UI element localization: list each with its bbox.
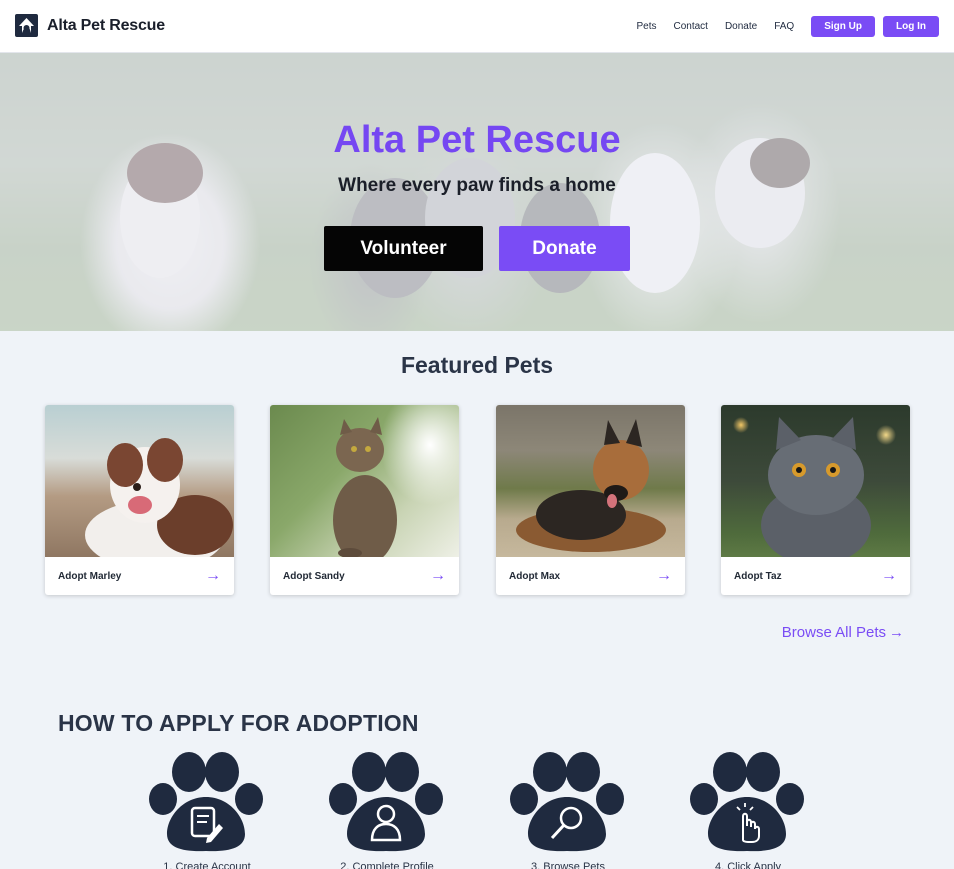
step-4-paw <box>690 752 806 852</box>
card-label: Adopt Taz <box>734 570 782 582</box>
nav-link-contact[interactable]: Contact <box>673 21 707 32</box>
nav-link-pets[interactable]: Pets <box>636 21 656 32</box>
donate-button[interactable]: Donate <box>499 226 630 271</box>
step-3-paw <box>510 752 626 852</box>
arrow-right-icon[interactable]: → <box>881 568 897 584</box>
how-to-apply-title: HOW TO APPLY FOR ADOPTION <box>58 710 419 736</box>
arrow-right-icon[interactable]: → <box>205 568 221 584</box>
card-footer: Adopt Taz → <box>721 557 910 595</box>
top-nav: Alta Pet Rescue Pets Contact Donate FAQ … <box>0 0 954 53</box>
pet-card-sandy[interactable]: Adopt Sandy → <box>270 405 459 595</box>
brand[interactable]: Alta Pet Rescue <box>15 14 165 37</box>
volunteer-button[interactable]: Volunteer <box>324 226 483 271</box>
card-label: Adopt Sandy <box>283 570 345 582</box>
nav-link-faq[interactable]: FAQ <box>774 21 794 32</box>
step-1-paw <box>149 752 265 852</box>
hero: Alta Pet Rescue Where every paw finds a … <box>0 53 954 331</box>
browse-all-pets-link[interactable]: Browse All Pets → <box>782 624 904 641</box>
arrow-right-icon[interactable]: → <box>656 568 672 584</box>
card-footer: Adopt Max → <box>496 557 685 595</box>
card-footer: Adopt Marley → <box>45 557 234 595</box>
hero-subtitle: Where every paw finds a home <box>338 175 616 196</box>
featured-title: Featured Pets <box>400 352 554 378</box>
pet-photo-sandy <box>270 405 459 557</box>
step-2-label: 2. Complete Profile <box>340 861 434 869</box>
pet-card-marley[interactable]: Adopt Marley → <box>45 405 234 595</box>
logo-icon <box>15 14 38 37</box>
hero-title: Alta Pet Rescue <box>333 119 621 161</box>
nav-links: Pets Contact Donate FAQ Sign Up Log In <box>636 16 939 37</box>
browse-label: Browse All Pets <box>781 624 886 641</box>
step-3-label: 3. Browse Pets <box>531 861 605 869</box>
login-button[interactable]: Log In <box>883 16 939 37</box>
pet-photo-marley <box>45 405 234 557</box>
pet-photo-taz <box>721 405 910 557</box>
arrow-right-icon[interactable]: → <box>430 568 446 584</box>
step-4-label: 4. Click Apply <box>714 861 782 869</box>
card-footer: Adopt Sandy → <box>270 557 459 595</box>
nav-link-donate[interactable]: Donate <box>725 21 757 32</box>
pet-card-taz[interactable]: Adopt Taz → <box>721 405 910 595</box>
card-label: Adopt Max <box>509 570 561 582</box>
arrow-right-icon: → <box>889 624 904 641</box>
signup-button[interactable]: Sign Up <box>811 16 875 37</box>
card-label: Adopt Marley <box>58 570 122 582</box>
pet-photo-max <box>496 405 685 557</box>
brand-name: Alta Pet Rescue <box>47 16 165 34</box>
pet-card-max[interactable]: Adopt Max → <box>496 405 685 595</box>
step-1-label: 1. Create Account <box>163 861 251 869</box>
step-2-paw <box>329 752 445 852</box>
